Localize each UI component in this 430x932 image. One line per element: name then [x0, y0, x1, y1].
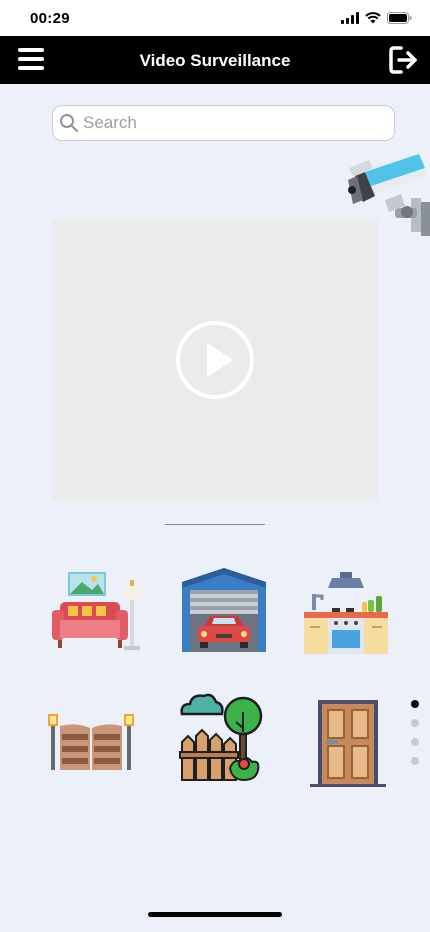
logout-button[interactable] — [388, 45, 420, 75]
room-kitchen[interactable] — [302, 572, 390, 656]
page-dot[interactable] — [411, 738, 419, 746]
play-icon — [207, 343, 233, 377]
garage-icon — [182, 568, 266, 652]
door-icon — [310, 700, 386, 787]
room-garage[interactable] — [182, 568, 266, 652]
cellular-signal-icon — [341, 12, 359, 24]
status-time: 00:29 — [30, 10, 70, 27]
home-indicator — [148, 912, 282, 917]
room-door[interactable] — [310, 698, 386, 788]
page-dot[interactable] — [411, 700, 419, 708]
page-title: Video Surveillance — [139, 51, 291, 70]
divider — [165, 524, 265, 525]
room-living-room[interactable] — [50, 570, 142, 652]
search-input[interactable] — [83, 113, 373, 133]
gate-icon — [48, 714, 134, 770]
logout-icon — [389, 46, 417, 74]
battery-icon — [387, 12, 412, 24]
kitchen-icon — [304, 572, 388, 654]
garden-icon — [179, 693, 263, 782]
app-header: Video Surveillance — [0, 36, 430, 84]
status-bar: 00:29 — [0, 0, 430, 36]
room-garden[interactable] — [178, 692, 266, 782]
search-icon — [60, 114, 78, 132]
page-dot[interactable] — [411, 719, 419, 727]
living-room-icon — [52, 572, 140, 650]
page-dot[interactable] — [411, 757, 419, 765]
search-bar[interactable] — [52, 105, 395, 141]
status-icons — [341, 12, 412, 24]
wifi-icon — [365, 12, 381, 24]
room-gate[interactable] — [46, 714, 138, 772]
page-indicator[interactable] — [411, 700, 421, 776]
video-player[interactable] — [52, 219, 378, 501]
play-button[interactable] — [176, 321, 254, 399]
